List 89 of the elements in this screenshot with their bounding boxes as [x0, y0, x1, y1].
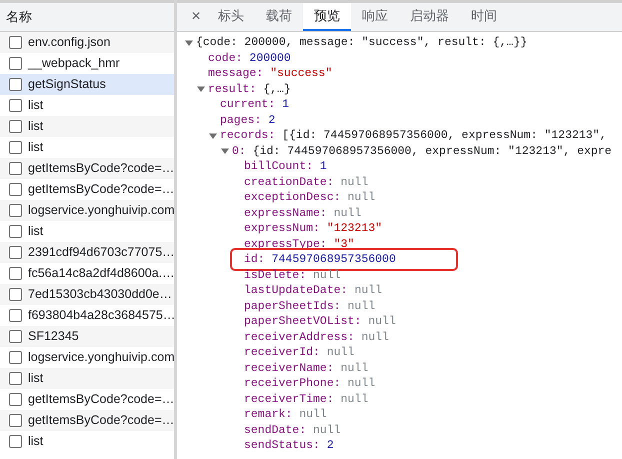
request-name: SF12345 — [28, 328, 79, 346]
json-property: code: 200000 — [208, 50, 291, 67]
checkbox[interactable] — [9, 309, 22, 322]
checkbox[interactable] — [9, 204, 22, 217]
checkbox[interactable] — [9, 351, 22, 364]
request-row[interactable]: 7ed15303cb43030dd0e… — [0, 284, 174, 305]
request-name: list — [28, 118, 44, 136]
request-name: getItemsByCode?code=… — [28, 412, 174, 430]
json-property: expressNum: "123213" — [244, 221, 382, 238]
request-name: list — [28, 433, 44, 450]
json-property: receiverPhone: null — [244, 376, 376, 392]
request-name: list — [28, 370, 44, 388]
json-property: receiverName: null — [244, 360, 368, 377]
expanded-triangle-icon[interactable] — [185, 38, 193, 47]
json-property: {code: 200000, message: "success", result: {,…}} — [196, 35, 528, 52]
request-name: getItemsByCode?code=… — [28, 160, 174, 178]
checkbox[interactable] — [9, 225, 22, 238]
request-name: f693804b4a28c3684575… — [28, 307, 176, 324]
request-name: getItemsByCode?code=… — [28, 391, 174, 408]
expanded-triangle-icon[interactable] — [221, 147, 229, 156]
json-property: paperSheetVOList: null — [244, 314, 396, 330]
tab[interactable]: 响应 — [351, 3, 399, 31]
tab[interactable]: 预览 — [303, 3, 351, 31]
json-property: expressType: "3" — [244, 236, 354, 253]
checkbox[interactable] — [9, 78, 22, 91]
request-name: __webpack_hmr — [28, 55, 120, 72]
json-property: sendStatus: 2 — [244, 438, 334, 454]
request-name: list — [28, 139, 44, 156]
checkbox[interactable] — [9, 288, 22, 301]
request-name: 2391cdf94d6703c77075… — [28, 244, 175, 262]
checkbox[interactable] — [9, 267, 22, 280]
request-row[interactable]: list — [0, 116, 174, 137]
expanded-triangle-icon[interactable] — [197, 85, 205, 94]
request-row[interactable]: env.config.json — [0, 32, 174, 53]
request-name: env.config.json — [28, 34, 110, 52]
request-row[interactable]: 2391cdf94d6703c77075… — [0, 242, 174, 263]
checkbox[interactable] — [9, 36, 22, 49]
request-name: fc56a14c8a2df4d8600a.… — [28, 265, 175, 282]
json-property: id: 744597068957356000 — [232, 250, 456, 270]
request-row[interactable]: getSignStatus — [0, 74, 174, 95]
request-row[interactable]: getItemsByCode?code=… — [0, 158, 174, 179]
checkbox[interactable] — [9, 120, 22, 133]
tab[interactable]: 启动器 — [399, 3, 460, 31]
expanded-triangle-icon[interactable] — [209, 132, 217, 140]
request-name: getSignStatus — [28, 76, 106, 94]
request-row[interactable]: getItemsByCode?code=… — [0, 410, 174, 431]
checkbox[interactable] — [9, 414, 22, 427]
json-property: lastUpdateDate: null — [244, 283, 382, 300]
tab[interactable]: 标头 — [207, 3, 255, 31]
checkbox[interactable] — [9, 99, 22, 112]
request-name: list — [28, 223, 44, 240]
request-row[interactable]: SF12345 — [0, 326, 174, 347]
checkbox[interactable] — [9, 435, 22, 448]
checkbox[interactable] — [9, 330, 22, 343]
json-property: creationDate: null — [244, 174, 368, 191]
checkbox[interactable] — [9, 57, 22, 70]
request-name: logservice.yonghuivip.com — [28, 202, 175, 220]
request-name: getItemsByCode?code=… — [28, 181, 174, 198]
tab[interactable]: 载荷 — [255, 3, 303, 31]
tab[interactable]: 时间 — [460, 3, 508, 31]
request-name: logservice.yonghuivip.com — [28, 349, 175, 366]
json-property: message: "success" — [208, 66, 332, 82]
checkbox[interactable] — [9, 246, 22, 259]
request-row[interactable]: logservice.yonghuivip.com — [0, 200, 174, 221]
json-property: 0: {id: 744597068957356000, expressNum: "123213", expre — [232, 144, 612, 160]
checkbox[interactable] — [9, 372, 22, 385]
request-row[interactable]: list — [0, 368, 174, 389]
checkbox[interactable] — [9, 162, 22, 175]
json-property: exceptionDesc: null — [244, 190, 376, 206]
checkbox[interactable] — [9, 183, 22, 196]
json-property: sendDate: null — [244, 422, 341, 439]
json-property: paperSheetIds: null — [244, 298, 376, 315]
request-name: list — [28, 97, 44, 114]
json-property: receiverTime: null — [244, 392, 368, 408]
json-property: pages: 2 — [220, 112, 276, 129]
json-property: current: 1 — [220, 97, 290, 114]
close-button[interactable]: × — [185, 3, 207, 31]
json-property: result: {,…} — [208, 82, 291, 98]
json-property: expressName: null — [244, 206, 362, 222]
checkbox[interactable] — [9, 141, 22, 154]
json-property: receiverId: null — [244, 345, 354, 362]
json-property: remark: null — [244, 407, 327, 424]
json-property: records: [{id: 744597068957356000, expressNum: "123213", — [220, 128, 606, 144]
json-property: isDelete: null — [244, 268, 341, 284]
checkbox[interactable] — [9, 393, 22, 406]
column-header[interactable]: 名称 — [0, 0, 174, 32]
json-property: receiverAddress: null — [244, 330, 389, 346]
json-property: billCount: 1 — [244, 159, 327, 176]
request-name: 7ed15303cb43030dd0e… — [28, 286, 172, 304]
